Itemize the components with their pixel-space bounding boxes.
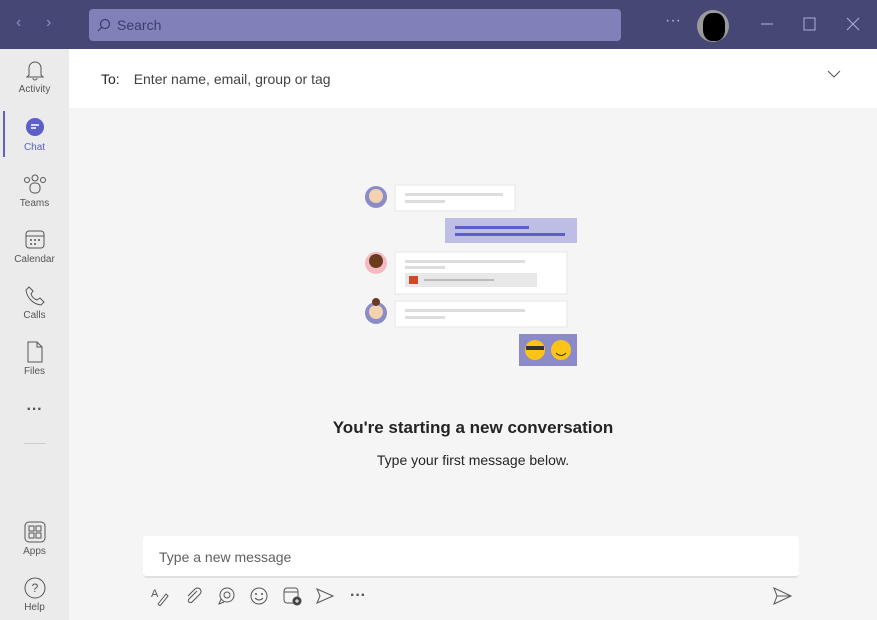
more-options-button[interactable]: ···: [665, 12, 681, 30]
more-apps-button[interactable]: ···: [0, 401, 69, 419]
rail-item-apps[interactable]: Apps: [0, 521, 69, 557]
calendar-icon: [25, 230, 44, 249]
more-compose-options-icon[interactable]: ···: [348, 586, 368, 606]
svg-text:A: A: [151, 588, 159, 600]
title-bar: ‹ › Search ···: [0, 0, 877, 49]
chevron-down-icon[interactable]: [827, 69, 841, 79]
compose-toolbar: A ···: [150, 586, 368, 606]
rail-label: Apps: [23, 546, 46, 557]
svg-text:?: ?: [31, 581, 38, 595]
help-icon: ?: [24, 577, 45, 599]
maximize-icon[interactable]: [803, 17, 817, 31]
teams-icon: [23, 174, 46, 194]
loop-icon[interactable]: [216, 586, 236, 606]
send-icon[interactable]: [773, 587, 793, 605]
search-icon: [97, 18, 111, 32]
rail-item-calls[interactable]: Calls: [0, 285, 69, 321]
file-icon: [27, 341, 42, 363]
send-later-icon[interactable]: [315, 586, 335, 606]
rail-item-chat[interactable]: Chat: [0, 111, 69, 157]
apps-icon: [24, 521, 45, 543]
minimize-icon[interactable]: [760, 17, 774, 31]
attach-icon[interactable]: [183, 586, 203, 606]
rail-item-activity[interactable]: Activity: [0, 59, 69, 95]
new-conversation-illustration: [365, 184, 577, 366]
rail-label: Calls: [23, 310, 46, 321]
rail-divider: [24, 443, 46, 444]
rail-label: Help: [24, 602, 45, 613]
rail-label: Teams: [19, 198, 50, 209]
format-icon[interactable]: A: [150, 586, 170, 606]
rail-label: Calendar: [14, 254, 55, 265]
rail-label: Activity: [18, 84, 51, 95]
rail-item-help[interactable]: ? Help: [0, 577, 69, 613]
chat-icon: [25, 118, 44, 136]
avatar[interactable]: [697, 10, 729, 42]
forward-icon[interactable]: ›: [46, 14, 51, 32]
rail-item-files[interactable]: Files: [0, 341, 69, 377]
emoji-icon[interactable]: [249, 586, 269, 606]
app-rail: Activity Chat Teams Calendar Calls Files…: [0, 49, 69, 620]
search-placeholder: Search: [117, 17, 162, 33]
rail-label: Files: [23, 366, 46, 377]
recipient-input[interactable]: Enter name, email, group or tag: [134, 71, 331, 87]
to-label: To:: [101, 70, 120, 87]
rail-label: Chat: [23, 142, 46, 153]
schedule-meeting-icon[interactable]: [282, 586, 302, 606]
bell-icon: [25, 61, 44, 81]
recipient-bar: To: Enter name, email, group or tag: [69, 49, 877, 108]
empty-state-subtitle: Type your first message below.: [376, 452, 570, 468]
rail-item-calendar[interactable]: Calendar: [0, 229, 69, 265]
back-icon[interactable]: ‹: [16, 14, 21, 32]
phone-icon: [24, 286, 45, 306]
close-icon[interactable]: [846, 17, 860, 31]
empty-state-title: You're starting a new conversation: [332, 418, 614, 437]
rail-item-teams[interactable]: Teams: [0, 173, 69, 209]
search-input[interactable]: Search: [89, 9, 621, 41]
message-input[interactable]: Type a new message: [143, 536, 799, 578]
